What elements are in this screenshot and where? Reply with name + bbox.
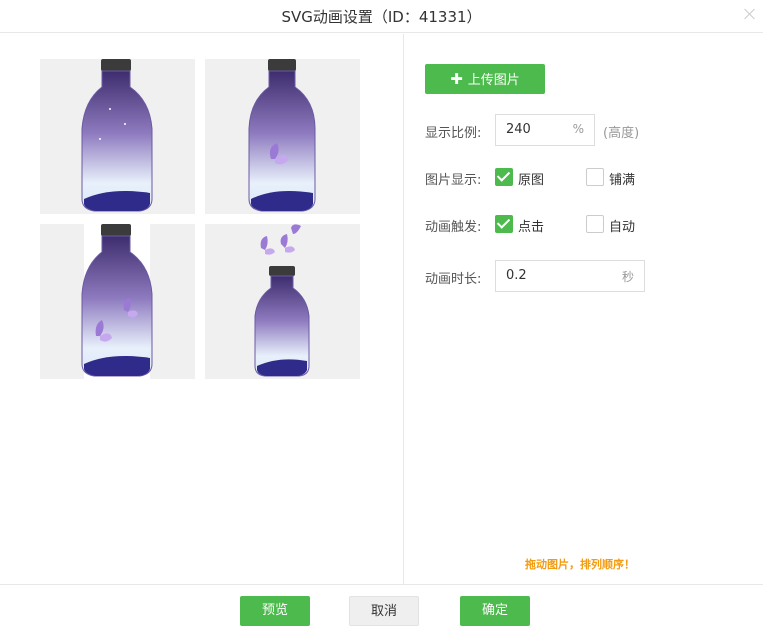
duration-label: 动画时长: bbox=[425, 272, 482, 287]
bottle-butterfly-image bbox=[248, 59, 316, 212]
image-thumb-4[interactable] bbox=[205, 224, 360, 379]
image-grid bbox=[0, 34, 404, 584]
dialog-title: SVG动画设置（ID：41331） bbox=[281, 8, 482, 26]
dialog-footer: 预览 取消 确定 bbox=[0, 584, 763, 631]
ratio-label: 显示比例: bbox=[425, 126, 482, 141]
bottle-image bbox=[81, 59, 153, 212]
display-label: 图片显示: bbox=[425, 173, 482, 188]
duration-input[interactable]: 0.2 秒 bbox=[495, 260, 645, 292]
upload-label: 上传图片 bbox=[467, 73, 520, 88]
upload-image-button[interactable]: ✚ 上传图片 bbox=[425, 64, 545, 94]
settings-panel: ✚ 上传图片 显示比例: 240 % (高度) 图片显示: 原图 铺满 动画触发:… bbox=[405, 34, 763, 584]
duration-value: 0.2 bbox=[506, 268, 527, 283]
ratio-input[interactable]: 240 % bbox=[495, 114, 595, 146]
display-original-checkbox[interactable] bbox=[495, 168, 513, 186]
ratio-unit: % bbox=[572, 122, 584, 136]
preview-button[interactable]: 预览 bbox=[240, 596, 310, 626]
trigger-click-checkbox[interactable] bbox=[495, 215, 513, 233]
trigger-auto-label: 自动 bbox=[609, 220, 636, 235]
ratio-value: 240 bbox=[506, 122, 531, 137]
duration-unit: 秒 bbox=[621, 270, 634, 284]
image-thumb-1[interactable] bbox=[40, 59, 195, 214]
drag-sort-tip: 拖动图片，排列顺序！ bbox=[525, 558, 635, 571]
bottle-two-butterflies-image bbox=[81, 224, 153, 379]
image-thumb-3[interactable] bbox=[40, 224, 195, 379]
svg-animation-dialog: SVG动画设置（ID：41331） ✚ 上传图片 显示比例: 240 % (高度… bbox=[0, 0, 763, 631]
ratio-hint: (高度) bbox=[603, 126, 640, 141]
trigger-auto-checkbox[interactable] bbox=[586, 215, 604, 233]
display-original-label: 原图 bbox=[518, 173, 545, 188]
trigger-label: 动画触发: bbox=[425, 220, 482, 235]
trigger-click-label: 点击 bbox=[518, 220, 545, 235]
dialog-header: SVG动画设置（ID：41331） bbox=[0, 0, 763, 33]
plus-icon: ✚ bbox=[450, 70, 463, 88]
close-icon[interactable] bbox=[743, 7, 757, 21]
confirm-button[interactable]: 确定 bbox=[460, 596, 530, 626]
display-fill-checkbox[interactable] bbox=[586, 168, 604, 186]
image-thumb-2[interactable] bbox=[205, 59, 360, 214]
display-fill-label: 铺满 bbox=[609, 173, 636, 188]
cancel-button[interactable]: 取消 bbox=[349, 596, 419, 626]
open-bottle-image bbox=[254, 224, 310, 377]
